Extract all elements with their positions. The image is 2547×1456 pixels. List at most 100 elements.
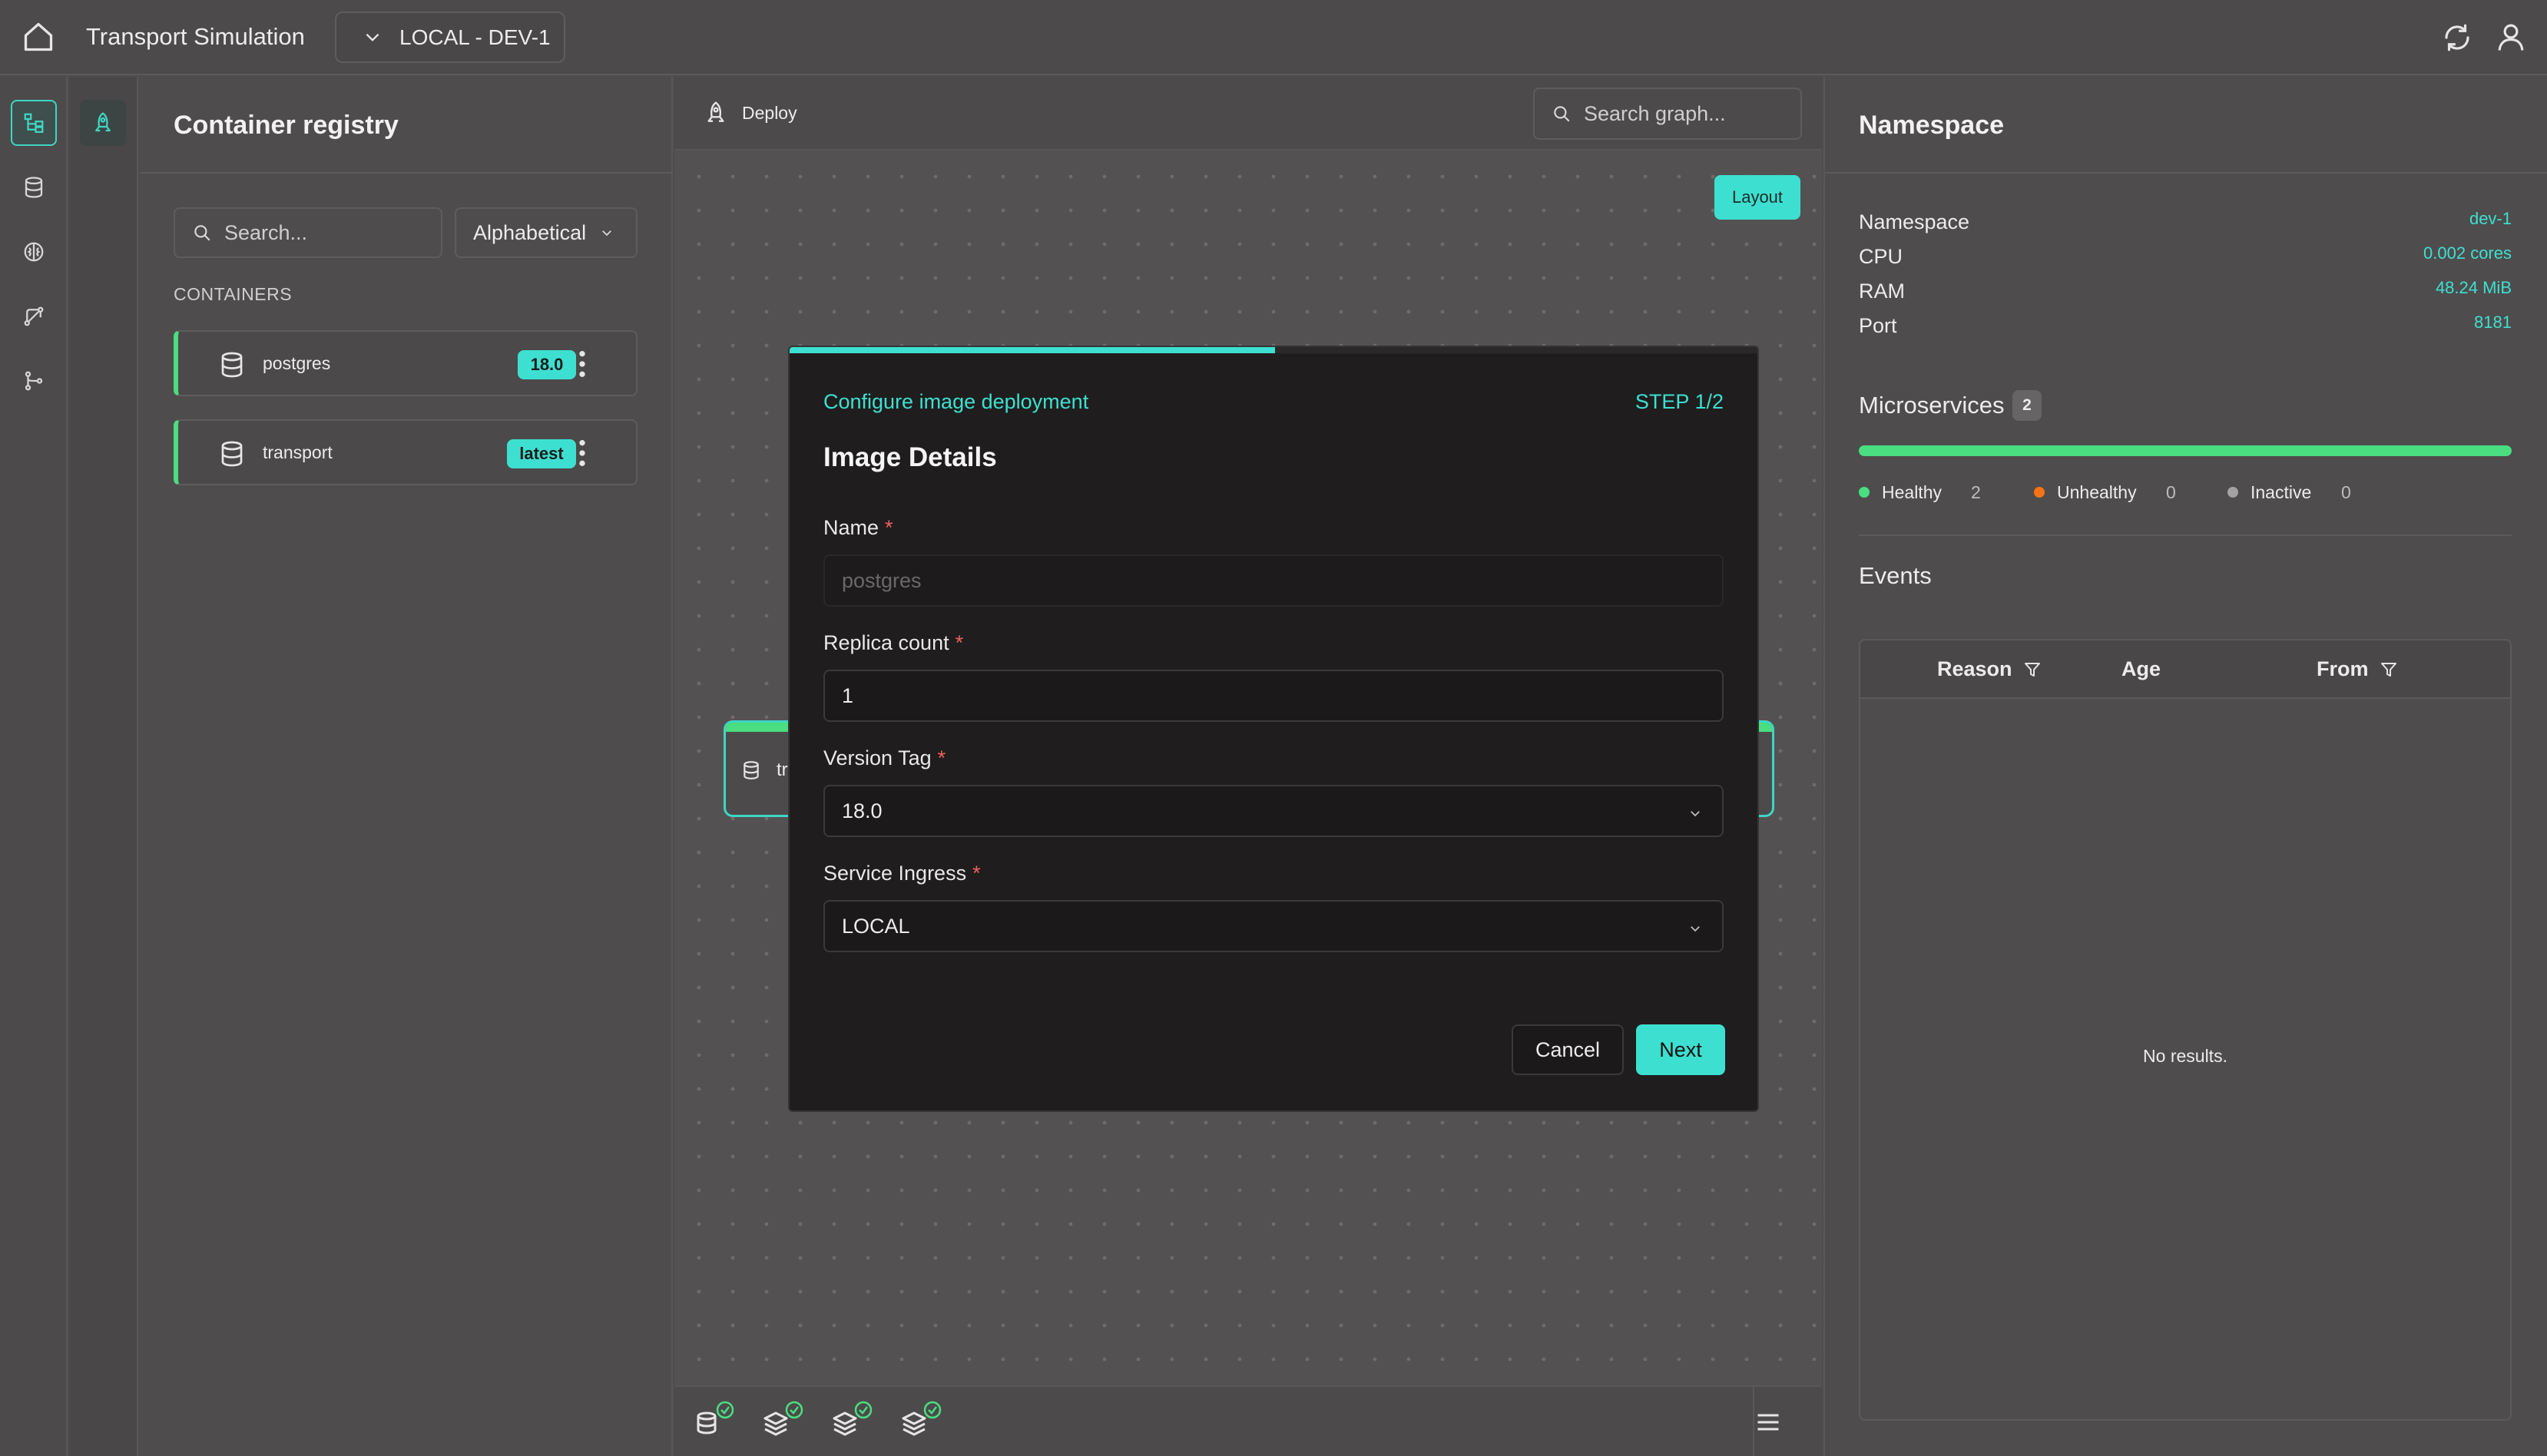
environment-select[interactable]: LOCAL - DEV-1 [335,12,565,63]
sort-select[interactable]: Alphabetical [455,207,638,258]
registry-search[interactable] [174,207,442,258]
inactive-dot [2227,487,2238,498]
events-table: Reason Age From No results. [1859,639,2512,1421]
nav-network-button[interactable] [11,293,57,339]
panel-title: Container registry [174,111,399,140]
deploy-button[interactable]: Deploy [704,100,797,126]
version-tag-value: 18.0 [842,799,883,822]
configure-image-deployment-modal: Configure image deployment STEP 1/2 Imag… [788,346,1759,1112]
version-tag-select[interactable]: 18.0 [823,785,1724,837]
graph-status-bar [674,1385,1822,1456]
step-progress-track [790,347,1757,353]
modal-title: Image Details [823,442,997,472]
required-mark: * [955,631,964,654]
layers-icon[interactable] [759,1399,805,1445]
containers-heading: CONTAINERS [174,284,293,304]
name-label: Name * [823,516,893,539]
secondary-nav-rail [69,77,138,1456]
column-age[interactable]: Age [2121,657,2161,681]
modal-subtitle: Configure image deployment [823,390,1089,413]
container-item-transport[interactable]: transport latest [174,419,638,485]
name-input [842,568,1687,593]
primary-nav-rail [0,77,68,1456]
layers-icon[interactable] [897,1399,943,1445]
column-from[interactable]: From [2317,657,2398,681]
container-registry-panel: Container registry Alphabetical CONTAINE… [140,77,673,1456]
next-button[interactable]: Next [1636,1024,1725,1075]
sort-label: Alphabetical [473,220,587,244]
divider [1825,172,2547,174]
layout-button[interactable]: Layout [1714,175,1800,220]
cancel-button[interactable]: Cancel [1512,1024,1624,1075]
database-icon [221,352,243,378]
database-icon [744,761,759,779]
microservices-count-badge: 2 [2012,390,2042,421]
rocket-icon [707,101,724,122]
healthy-dot [1859,487,1870,498]
deploy-nav-button[interactable] [80,100,126,146]
version-badge: latest [507,439,576,468]
service-ingress-label: Service Ingress * [823,862,981,885]
unhealthy-count: 0 [2166,482,2176,502]
nav-hierarchy-button[interactable] [11,100,57,146]
port-key: Port [1859,314,1897,337]
replica-count-field[interactable] [823,670,1724,722]
home-icon[interactable] [22,20,55,54]
deploy-label: Deploy [742,102,797,123]
chevron-down-icon [602,230,611,237]
namespace-panel: Namespace Namespace dev-1 CPU 0.002 core… [1823,77,2547,1456]
user-icon[interactable] [2495,20,2527,54]
nav-database-button[interactable] [11,164,57,210]
empty-state: No results. [2143,1046,2227,1066]
step-indicator: STEP 1/2 [1635,390,1724,413]
refresh-icon[interactable] [2441,22,2473,54]
health-bar-fill [1859,445,2512,456]
layers-icon[interactable] [828,1399,874,1445]
column-reason[interactable]: Reason [1937,657,2042,681]
replica-count-label: Replica count * [823,631,964,654]
events-title: Events [1859,562,1932,589]
cpu-key: CPU [1859,245,1903,268]
environment-label: LOCAL - DEV-1 [399,25,551,49]
namespace-value: dev-1 [2469,209,2512,228]
search-icon [194,225,210,241]
chevron-down-icon [366,33,379,41]
filter-icon[interactable] [2023,660,2042,680]
nav-brain-button[interactable] [11,229,57,275]
more-vertical-icon[interactable] [576,349,588,379]
graph-search-input[interactable] [1584,101,1799,126]
cpu-value: 0.002 cores [2423,243,2512,263]
divider [140,172,673,174]
network-icon [24,306,44,326]
version-badge: 18.0 [518,350,576,379]
node-label: tr [777,759,788,780]
required-mark: * [972,862,981,885]
top-bar: Transport Simulation LOCAL - DEV-1 [0,0,2547,75]
graph-toolbar: Deploy [674,77,1822,151]
menu-icon[interactable] [1754,1408,1782,1436]
microservices-title: Microservices [1859,392,2005,419]
graph-search[interactable] [1533,88,1802,140]
unhealthy-dot [2034,487,2045,498]
database-icon [221,441,243,467]
container-name: transport [263,442,333,462]
namespace-key: Namespace [1859,210,1970,233]
app-title: Transport Simulation [86,23,305,50]
service-ingress-select[interactable]: LOCAL [823,900,1724,952]
registry-search-input[interactable] [224,220,424,245]
filter-icon[interactable] [2380,660,2398,680]
port-value: 8181 [2474,313,2512,332]
chevron-down-icon [1691,926,1700,932]
replica-count-input[interactable] [842,683,1687,708]
rocket-icon [95,112,111,132]
more-vertical-icon[interactable] [576,438,588,468]
divider [1859,534,2512,536]
container-item-postgres[interactable]: postgres 18.0 [174,330,638,396]
unhealthy-label: Unhealthy [2057,482,2137,502]
nav-branch-button[interactable] [11,358,57,404]
step-progress-fill [790,347,1275,353]
table-header: Reason Age From [1860,640,2510,699]
required-mark: * [937,746,946,769]
panel-title: Namespace [1859,111,2005,140]
database-status-icon[interactable] [690,1399,736,1445]
